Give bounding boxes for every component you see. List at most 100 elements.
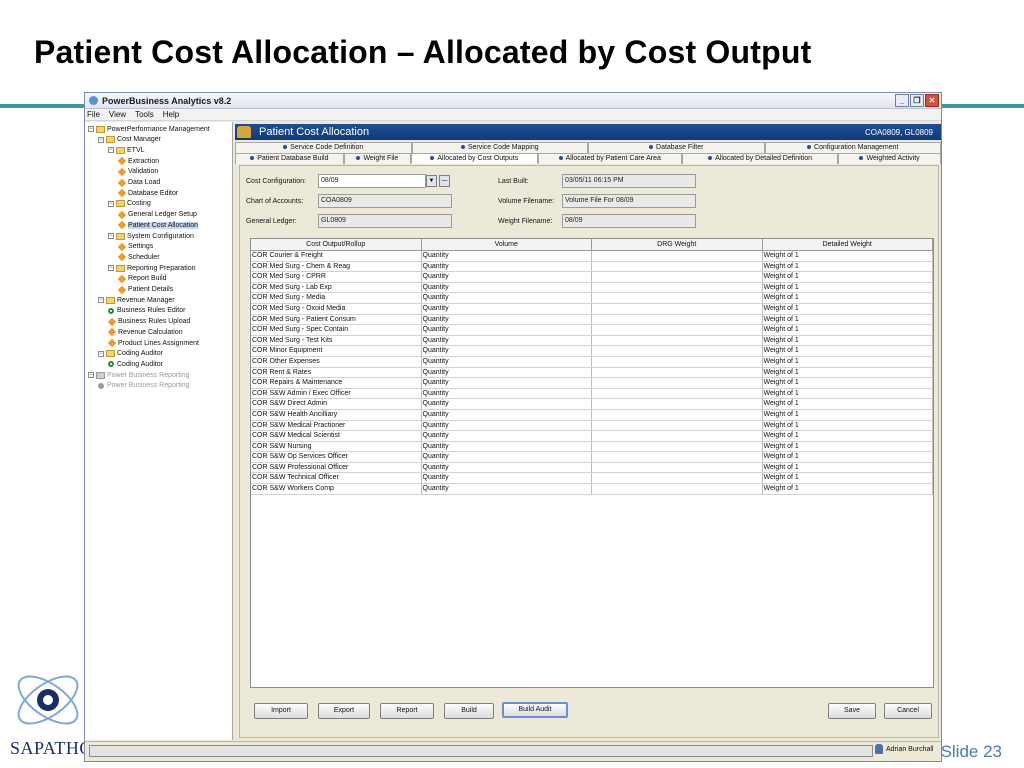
table-cell[interactable]: Quantity [422, 378, 592, 388]
table-cell[interactable] [592, 462, 763, 473]
tree-item[interactable]: − Costing [108, 199, 151, 209]
table-cell[interactable]: Quantity [422, 261, 592, 272]
table-cell[interactable]: Quantity [422, 325, 592, 335]
table-cell[interactable] [592, 378, 763, 388]
table-cell[interactable]: COR Other Expenses [251, 356, 422, 367]
table-cell[interactable]: Weight of 1 [763, 314, 933, 325]
table-cell[interactable]: Weight of 1 [763, 388, 933, 399]
tab-service-code-mapping[interactable]: Service Code Mapping [411, 142, 588, 153]
table-cell[interactable]: Quantity [422, 293, 592, 303]
tree-item[interactable]: − System Configuration [108, 231, 194, 241]
tree-item[interactable]: Patient Details [117, 285, 173, 295]
collapse-icon[interactable]: − [98, 350, 104, 357]
table-row[interactable]: COR Courier & Freight Quantity Weight of 1 [251, 251, 933, 262]
table-cell[interactable]: COR Repairs & Maintenance [251, 378, 422, 388]
table-row[interactable]: COR Repairs & Maintenance Quantity Weight … [251, 378, 933, 389]
table-cell[interactable] [592, 441, 763, 452]
column-header[interactable]: Detailed Weight [763, 239, 933, 250]
table-cell[interactable]: COR Med Surg - Chem & Reag [251, 261, 422, 272]
table-cell[interactable]: Weight of 1 [763, 282, 933, 293]
table-cell[interactable]: Weight of 1 [763, 261, 933, 272]
table-cell[interactable]: COR S&W Direct Admin [251, 399, 422, 409]
collapse-icon[interactable]: − [88, 372, 94, 379]
table-cell[interactable]: Weight of 1 [763, 441, 933, 452]
table-row[interactable]: COR S&W Direct Admin Quantity Weight of 1 [251, 399, 933, 410]
table-row[interactable]: COR S&W Workers Comp Quantity Weight of 1 [251, 484, 933, 495]
collapse-icon[interactable]: − [108, 147, 114, 154]
table-cell[interactable]: Quantity [422, 367, 592, 378]
tree-item[interactable]: Extraction [117, 156, 159, 166]
tree-item[interactable]: Database Editor [117, 188, 178, 198]
table-row[interactable]: COR S&W Health Ancilliary Quantity Weight … [251, 409, 933, 421]
table-cell[interactable]: Weight of 1 [763, 420, 933, 431]
table-cell[interactable] [592, 420, 763, 431]
table-cell[interactable]: Quantity [422, 473, 592, 484]
table-cell[interactable] [592, 261, 763, 272]
tab-allocated-by-patient-care-area[interactable]: Allocated by Patient Care Area [537, 153, 682, 164]
tab-weighted-activity[interactable]: Weighted Activity [838, 153, 941, 164]
column-header[interactable]: Volume [422, 239, 592, 250]
table-cell[interactable] [592, 431, 763, 441]
table-cell[interactable]: Weight of 1 [763, 293, 933, 303]
table-cell[interactable]: Weight of 1 [763, 325, 933, 335]
table-cell[interactable] [592, 399, 763, 409]
table-row[interactable]: COR Med Surg - Media Quantity Weight of 1 [251, 293, 933, 304]
menu-tools[interactable]: Tools [135, 110, 154, 119]
table-cell[interactable]: Weight of 1 [763, 303, 933, 314]
table-cell[interactable]: COR S&W Nursing [251, 441, 422, 452]
tree-item[interactable]: Product Lines Assignment [107, 338, 199, 348]
table-cell[interactable] [592, 272, 763, 282]
table-row[interactable]: COR S&W Admin / Exec Officer Quantity Weig… [251, 388, 933, 400]
table-cell[interactable]: COR Med Surg - Patient Consum [251, 314, 422, 325]
table-row[interactable]: COR Med Surg - CPRR Quantity Weight of 1 [251, 272, 933, 283]
tree-item[interactable]: − PowerPerformance Management [88, 124, 210, 134]
table-row[interactable]: COR S&W Op Services Officer Quantity Weigh… [251, 452, 933, 463]
column-header[interactable]: DRG Weight [592, 239, 763, 250]
menu-file[interactable]: File [87, 110, 100, 119]
tree-item[interactable]: − Reporting Preparation [108, 263, 196, 273]
close-button[interactable]: ✕ [925, 94, 939, 107]
collapse-icon[interactable]: − [98, 297, 104, 304]
tree-item[interactable]: Revenue Calculation [107, 327, 183, 337]
tree-item[interactable]: Data Load [117, 178, 160, 188]
export-button[interactable]: Export [318, 703, 370, 719]
table-cell[interactable]: COR S&W Technical Officer [251, 473, 422, 484]
table-cell[interactable]: COR Rent & Rates [251, 367, 422, 378]
tree-item[interactable]: Power Business Reporting [98, 381, 190, 391]
table-row[interactable]: COR Med Surg - Test Kits Quantity Weight o… [251, 335, 933, 347]
table-cell[interactable]: Quantity [422, 335, 592, 346]
table-cell[interactable]: COR Med Surg - Lab Exp [251, 282, 422, 293]
table-cell[interactable]: Quantity [422, 431, 592, 441]
table-cell[interactable]: COR S&W Admin / Exec Officer [251, 388, 422, 399]
table-cell[interactable] [592, 388, 763, 399]
table-cell[interactable]: COR S&W Workers Comp [251, 484, 422, 494]
table-cell[interactable]: Quantity [422, 251, 592, 261]
table-cell[interactable]: Weight of 1 [763, 452, 933, 462]
table-cell[interactable]: Weight of 1 [763, 251, 933, 261]
table-cell[interactable]: Weight of 1 [763, 356, 933, 367]
table-cell[interactable] [592, 367, 763, 378]
tree-item[interactable]: Patient Cost Allocation [117, 220, 199, 230]
collapse-icon[interactable]: − [108, 265, 114, 272]
table-cell[interactable]: Quantity [422, 282, 592, 293]
table-cell[interactable]: Weight of 1 [763, 462, 933, 473]
import-button[interactable]: Import [254, 703, 308, 719]
table-cell[interactable] [592, 251, 763, 261]
menu-help[interactable]: Help [163, 110, 179, 119]
tree-item[interactable]: − Cost Manager [98, 135, 161, 145]
table-cell[interactable]: COR S&W Health Ancilliary [251, 409, 422, 420]
table-cell[interactable]: Weight of 1 [763, 346, 933, 356]
table-cell[interactable]: Quantity [422, 462, 592, 473]
tree-item[interactable]: Settings [117, 242, 153, 252]
table-cell[interactable] [592, 473, 763, 484]
table-row[interactable]: COR S&W Nursing Quantity Weight of 1 [251, 441, 933, 453]
table-cell[interactable]: Weight of 1 [763, 335, 933, 346]
table-cell[interactable]: Quantity [422, 399, 592, 409]
table-cell[interactable]: Quantity [422, 409, 592, 420]
table-row[interactable]: COR S&W Medical Scientist Quantity Weight … [251, 431, 933, 442]
tab-allocated-by-detailed-definition[interactable]: Allocated by Detailed Definition [681, 153, 839, 164]
cost-configuration-select[interactable]: 08/09 [318, 174, 426, 188]
collapse-icon[interactable]: − [98, 136, 104, 143]
report-button[interactable]: Report [380, 703, 434, 719]
tree-item[interactable]: Coding Auditor [108, 359, 163, 369]
